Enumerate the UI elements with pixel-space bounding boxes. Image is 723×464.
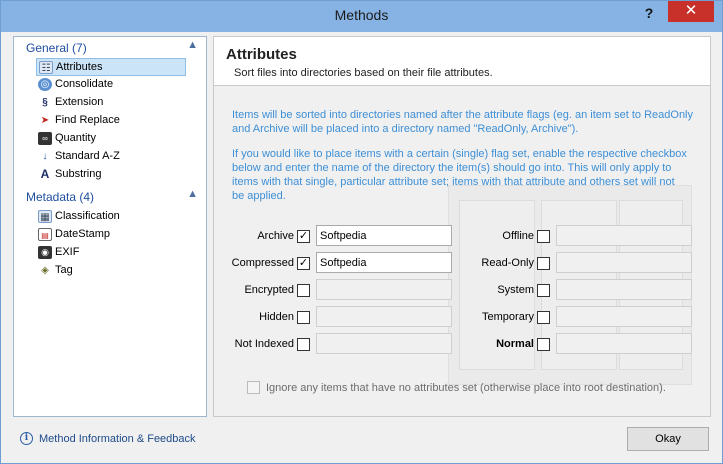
sidebar-item-label: DateStamp bbox=[55, 228, 111, 240]
group-general[interactable]: General (7) ▲ bbox=[14, 39, 206, 57]
dialog-footer: i Method Information & Feedback Okay bbox=[1, 423, 722, 463]
sidebar-item-tag[interactable]: ◈ Tag bbox=[36, 262, 186, 280]
temporary-label: Temporary bbox=[482, 311, 534, 323]
sidebar-item-label: Extension bbox=[55, 96, 104, 108]
sidebar-item-label: Standard A-Z bbox=[55, 150, 120, 162]
sort-az-icon: ↓ bbox=[42, 151, 48, 162]
normal-label: Normal bbox=[496, 338, 534, 350]
sidebar-item-label: Find Replace bbox=[55, 114, 120, 126]
sidebar-item-label: Substring bbox=[55, 168, 102, 180]
info-paragraph-2: If you would like to place items with a … bbox=[232, 147, 702, 203]
collapse-chevron-icon[interactable]: ▲ bbox=[187, 188, 198, 200]
temporary-folder-input[interactable] bbox=[556, 306, 692, 327]
not-indexed-folder-input[interactable] bbox=[316, 333, 452, 354]
offline-folder-input[interactable] bbox=[556, 225, 692, 246]
offline-label: Offline bbox=[502, 230, 534, 242]
sidebar-item-consolidate[interactable]: ◎ Consolidate bbox=[36, 76, 186, 94]
camera-icon: ◉ bbox=[38, 246, 52, 259]
group-metadata[interactable]: Metadata (4) ▲ bbox=[14, 188, 206, 206]
close-button[interactable]: ✕ bbox=[668, 1, 714, 22]
sidebar-item-label: Attributes bbox=[56, 61, 103, 73]
compressed-checkbox[interactable]: ✓ bbox=[297, 257, 310, 270]
method-info-feedback-link[interactable]: Method Information & Feedback bbox=[39, 433, 196, 445]
encrypted-checkbox[interactable] bbox=[297, 284, 310, 297]
sidebar-item-standard-a-z[interactable]: ↓ Standard A-Z bbox=[36, 148, 186, 166]
attributes-icon: ☷ bbox=[39, 61, 53, 74]
read-only-checkbox[interactable] bbox=[537, 257, 550, 270]
archive-checkbox[interactable]: ✓ bbox=[297, 230, 310, 243]
offline-checkbox[interactable] bbox=[537, 230, 550, 243]
not-indexed-label: Not Indexed bbox=[234, 338, 294, 350]
panel-header: Attributes Sort files into directories b… bbox=[214, 37, 710, 86]
sidebar-item-datestamp[interactable]: ▤ DateStamp bbox=[36, 226, 186, 244]
sidebar-item-substring[interactable]: A Substring bbox=[36, 166, 186, 184]
substring-icon: A bbox=[40, 167, 50, 181]
window-title: Methods bbox=[334, 7, 389, 23]
help-button[interactable]: ? bbox=[635, 5, 663, 26]
hidden-checkbox[interactable] bbox=[297, 311, 310, 324]
sidebar-item-attributes[interactable]: ☷ Attributes bbox=[36, 58, 186, 76]
collapse-chevron-icon[interactable]: ▲ bbox=[187, 39, 198, 51]
normal-checkbox[interactable] bbox=[537, 338, 550, 351]
system-folder-input[interactable] bbox=[556, 279, 692, 300]
encrypted-folder-input[interactable] bbox=[316, 279, 452, 300]
info-line: be applied. bbox=[232, 190, 286, 202]
info-line: Items will be sorted into directories na… bbox=[232, 109, 694, 121]
info-paragraph-1: Items will be sorted into directories na… bbox=[232, 108, 702, 136]
hidden-label: Hidden bbox=[259, 311, 294, 323]
sidebar-item-label: Tag bbox=[55, 264, 73, 276]
method-sidebar: General (7) ▲ ☷ Attributes ◎ Consolidate… bbox=[13, 36, 207, 417]
compressed-folder-input[interactable] bbox=[316, 252, 452, 273]
sidebar-item-label: Quantity bbox=[55, 132, 96, 144]
panel-title: Attributes bbox=[226, 46, 297, 63]
system-label: System bbox=[497, 284, 534, 296]
title-bar[interactable]: Methods ? ✕ bbox=[1, 1, 722, 32]
info-line: and Archive will be placed into a direct… bbox=[232, 123, 579, 135]
encrypted-label: Encrypted bbox=[244, 284, 294, 296]
archive-folder-input[interactable] bbox=[316, 225, 452, 246]
temporary-checkbox[interactable] bbox=[537, 311, 550, 324]
sidebar-item-label: Classification bbox=[55, 210, 120, 222]
sidebar-item-classification[interactable]: ▦ Classification bbox=[36, 208, 186, 226]
group-general-label: General (7) bbox=[26, 41, 87, 55]
panel-subtitle: Sort files into directories based on the… bbox=[234, 67, 493, 79]
find-replace-icon: ➤ bbox=[40, 115, 50, 126]
extension-icon: § bbox=[42, 97, 48, 108]
ignore-no-attributes-label: Ignore any items that have no attributes… bbox=[266, 382, 666, 394]
not-indexed-checkbox[interactable] bbox=[297, 338, 310, 351]
tag-icon: ◈ bbox=[41, 265, 49, 276]
okay-button[interactable]: Okay bbox=[627, 427, 709, 451]
sidebar-item-exif[interactable]: ◉ EXIF bbox=[36, 244, 186, 262]
info-line: below and enter the name of the director… bbox=[232, 162, 672, 174]
compressed-label: Compressed bbox=[231, 257, 294, 269]
normal-folder-input[interactable] bbox=[556, 333, 692, 354]
info-icon[interactable]: i bbox=[20, 432, 33, 445]
system-checkbox[interactable] bbox=[537, 284, 550, 297]
sidebar-item-find-replace[interactable]: ➤ Find Replace bbox=[36, 112, 186, 130]
classification-icon: ▦ bbox=[38, 210, 52, 223]
info-line: items with that single, particular attri… bbox=[232, 176, 675, 188]
archive-label: Archive bbox=[257, 230, 294, 242]
ignore-no-attributes-checkbox[interactable] bbox=[247, 381, 260, 394]
attributes-panel: Attributes Sort files into directories b… bbox=[213, 36, 711, 417]
info-line: If you would like to place items with a … bbox=[232, 148, 687, 160]
datestamp-icon: ▤ bbox=[38, 228, 52, 241]
consolidate-icon: ◎ bbox=[38, 78, 52, 91]
sidebar-item-label: Consolidate bbox=[55, 78, 114, 90]
group-metadata-label: Metadata (4) bbox=[26, 190, 95, 204]
sidebar-item-label: EXIF bbox=[55, 246, 80, 258]
methods-window: Methods ? ✕ General (7) ▲ ☷ Attributes ◎… bbox=[0, 0, 723, 464]
read-only-folder-input[interactable] bbox=[556, 252, 692, 273]
sidebar-item-extension[interactable]: § Extension bbox=[36, 94, 186, 112]
quantity-icon: ∞ bbox=[38, 132, 52, 145]
sidebar-item-quantity[interactable]: ∞ Quantity bbox=[36, 130, 186, 148]
read-only-label: Read-Only bbox=[481, 257, 534, 269]
hidden-folder-input[interactable] bbox=[316, 306, 452, 327]
